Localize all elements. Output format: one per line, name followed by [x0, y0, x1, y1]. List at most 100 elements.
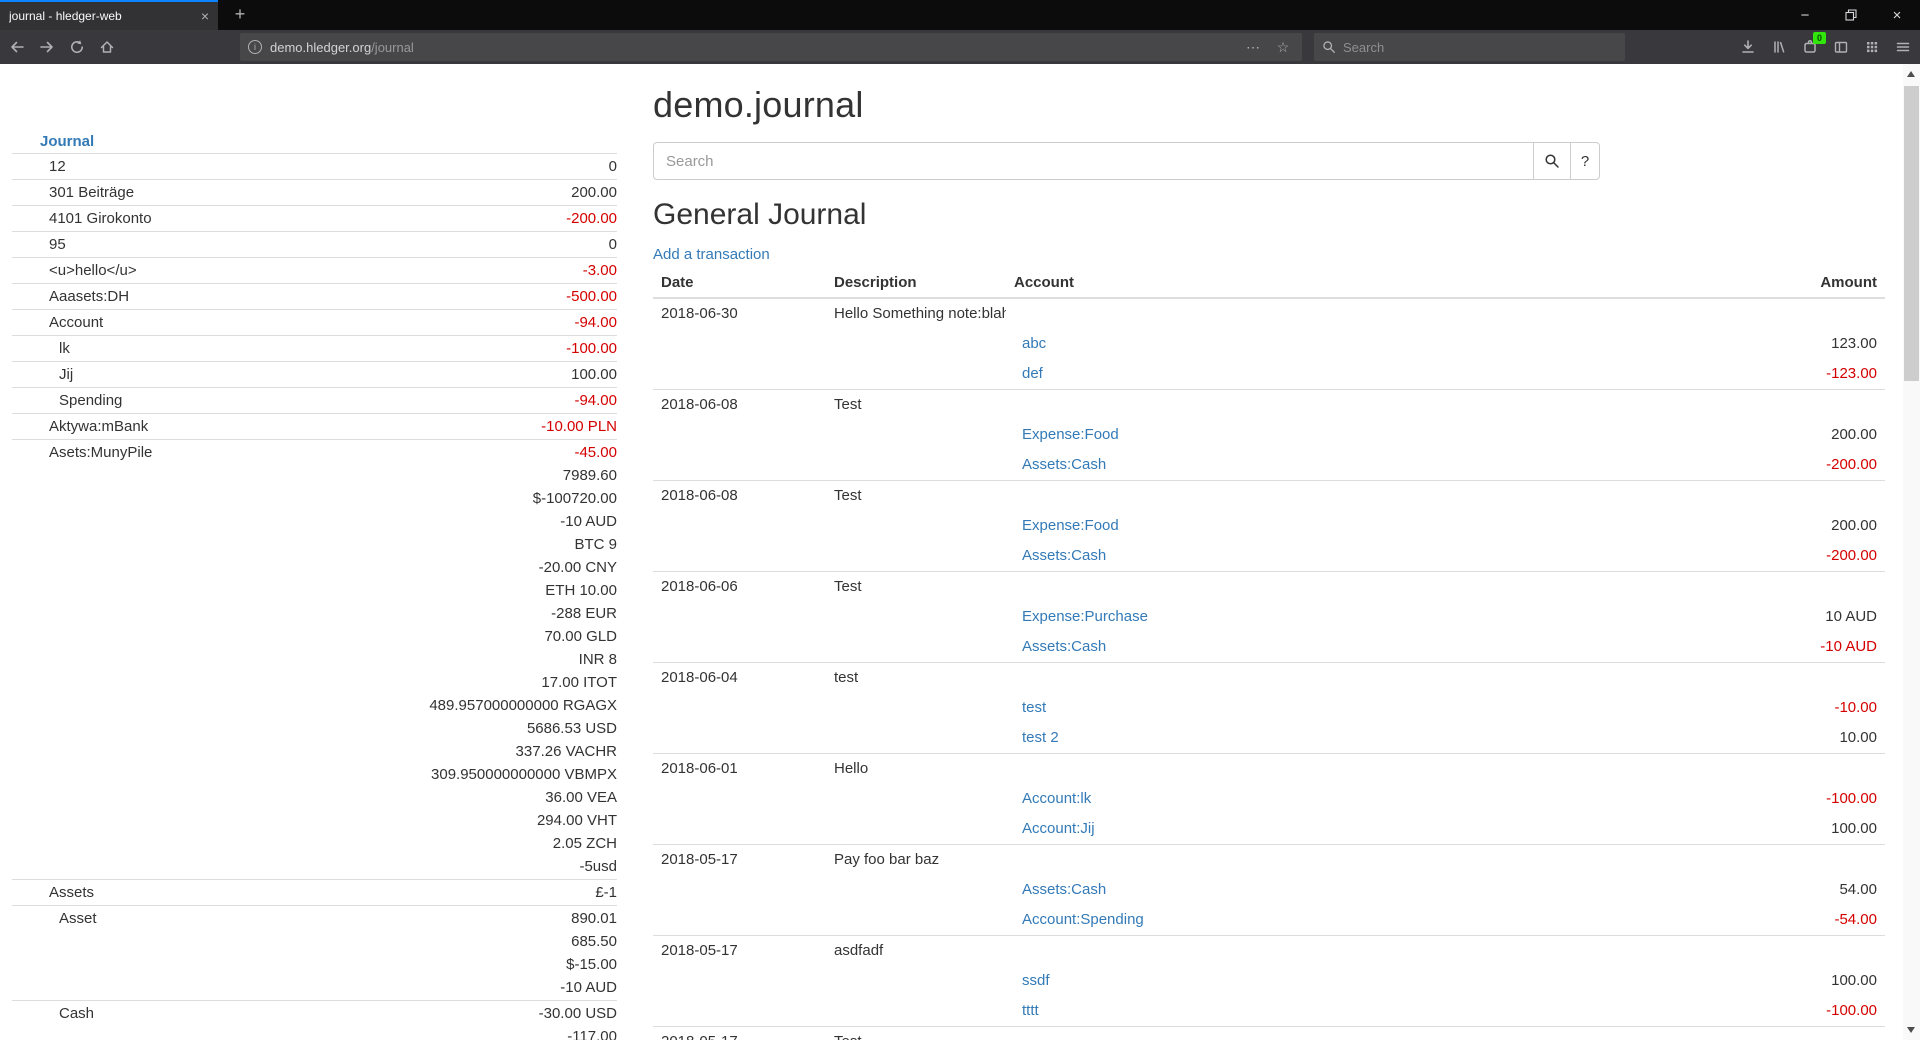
account-balance-amount: $-15.00	[271, 953, 617, 976]
posting-amount: -123.00	[1566, 359, 1885, 390]
sidebar-account-row: 4101 Girokonto -200.00	[12, 206, 617, 232]
scrollbar-down-arrow[interactable]	[1907, 1027, 1915, 1033]
reload-button[interactable]	[62, 32, 92, 62]
posting-account-link[interactable]: Account:lk	[1022, 790, 1091, 807]
window-controls: − ×	[1782, 0, 1920, 30]
transaction-description: Hello Something note:blah	[826, 298, 1006, 329]
page-actions-icon[interactable]: ⋯	[1242, 39, 1264, 56]
account-balance-amount: £-1	[271, 881, 617, 904]
column-header-date: Date	[653, 269, 826, 298]
posting-row: Account:Jij100.00	[653, 814, 1885, 845]
posting-account-link[interactable]: Expense:Food	[1022, 426, 1119, 443]
sidebar-account-link[interactable]: Cash	[59, 1005, 94, 1022]
posting-account-link[interactable]: tttt	[1022, 1002, 1039, 1019]
posting-row: test-10.00	[653, 693, 1885, 723]
sidebar-account-link[interactable]: 4101 Girokonto	[49, 210, 152, 227]
sidebar-account-link[interactable]: 301 Beiträge	[49, 184, 134, 201]
posting-account-link[interactable]: Assets:Cash	[1022, 881, 1106, 898]
browser-tab[interactable]: journal - hledger-web ×	[0, 0, 218, 30]
transaction-row[interactable]: 2018-06-08Test	[653, 481, 1885, 512]
home-button[interactable]	[92, 32, 122, 62]
sidebar-account-link[interactable]: Asets:MunyPile	[49, 444, 152, 461]
transaction-description: Test	[826, 481, 1006, 512]
account-balance-amount: 2.05 ZCH	[271, 832, 617, 855]
downloads-button[interactable]	[1733, 32, 1763, 62]
sidebar-journal-link[interactable]: Journal	[40, 133, 94, 150]
library-button[interactable]	[1764, 32, 1794, 62]
posting-account-link[interactable]: Account:Jij	[1022, 820, 1095, 837]
journal-search-button[interactable]	[1533, 142, 1571, 180]
sidebar-account-link[interactable]: Assets	[49, 884, 94, 901]
sidebar-account-link[interactable]: Asset	[59, 910, 97, 927]
account-balance-amount: BTC 9	[271, 533, 617, 556]
journal-header-row: Date Description Account Amount	[653, 269, 1885, 298]
sidebar-account-row: 950	[12, 232, 617, 258]
extension-button[interactable]: 0	[1795, 32, 1825, 62]
account-balance-amount: 0	[271, 155, 617, 178]
sidebar-toggle-button[interactable]	[1826, 32, 1856, 62]
transaction-description: Pay foo bar baz	[826, 845, 1006, 876]
posting-amount: -100.00	[1566, 996, 1885, 1027]
posting-account-link[interactable]: Expense:Purchase	[1022, 608, 1148, 625]
scrollbar-thumb[interactable]	[1904, 86, 1919, 381]
account-balance-amount: -200.00	[271, 207, 617, 230]
tab-close-icon[interactable]: ×	[201, 9, 209, 23]
sidebar-account-link[interactable]: lk	[59, 340, 70, 357]
transaction-row[interactable]: 2018-06-01Hello	[653, 754, 1885, 785]
account-balance-amount: 36.00 VEA	[271, 786, 617, 809]
transaction-row[interactable]: 2018-05-17asdfadf	[653, 936, 1885, 967]
back-button[interactable]	[2, 32, 32, 62]
posting-account-link[interactable]: Expense:Food	[1022, 517, 1119, 534]
add-transaction-link[interactable]: Add a transaction	[653, 246, 770, 263]
window-restore-button[interactable]	[1828, 0, 1874, 30]
window-minimize-button[interactable]: −	[1782, 0, 1828, 30]
posting-account-link[interactable]: def	[1022, 365, 1043, 382]
sidebar-account-link[interactable]: Spending	[59, 392, 122, 409]
url-bar[interactable]: i demo.hledger.org/journal ⋯ ☆	[240, 33, 1302, 61]
transaction-row[interactable]: 2018-05-17Pay foo bar baz	[653, 845, 1885, 876]
sidebar-account-link[interactable]: 12	[49, 158, 66, 175]
sidebar-account-link[interactable]: 95	[49, 236, 66, 253]
transaction-row[interactable]: 2018-05-17Test	[653, 1027, 1885, 1040]
sidebar-account-link[interactable]: <u>hello</u>	[49, 262, 137, 279]
posting-account-link[interactable]: abc	[1022, 335, 1046, 352]
posting-account-link[interactable]: test 2	[1022, 729, 1059, 746]
transaction-row[interactable]: 2018-06-06Test	[653, 572, 1885, 603]
apps-grid-button[interactable]	[1857, 32, 1887, 62]
browser-titlebar: journal - hledger-web × + − ×	[0, 0, 1920, 30]
search-help-button[interactable]: ?	[1570, 142, 1600, 180]
transaction-row[interactable]: 2018-06-30Hello Something note:blah	[653, 298, 1885, 329]
search-icon	[1544, 153, 1560, 169]
new-tab-button[interactable]: +	[224, 0, 256, 30]
account-balance-amount: -10 AUD	[271, 976, 617, 999]
sidebar-account-link[interactable]: Account	[49, 314, 103, 331]
posting-amount: 200.00	[1566, 511, 1885, 541]
sidebar-account-link[interactable]: Aktywa:mBank	[49, 418, 148, 435]
sidebar-account-link[interactable]: Jij	[59, 366, 73, 383]
site-info-icon[interactable]: i	[248, 40, 262, 54]
posting-account-link[interactable]: Assets:Cash	[1022, 547, 1106, 564]
posting-account-link[interactable]: Account:Spending	[1022, 911, 1144, 928]
tab-title: journal - hledger-web	[9, 9, 195, 23]
forward-button[interactable]	[32, 32, 62, 62]
journal-search-input[interactable]	[653, 142, 1534, 180]
posting-account-link[interactable]: ssdf	[1022, 972, 1050, 989]
url-text: demo.hledger.org/journal	[270, 40, 1234, 55]
transaction-row[interactable]: 2018-06-04test	[653, 663, 1885, 694]
transaction-description: Test	[826, 390, 1006, 421]
toolbar-right-icons: 0	[1733, 32, 1918, 62]
toolbar-search-field[interactable]: Search	[1314, 33, 1625, 61]
sidebar-account-link[interactable]: Aaasets:DH	[49, 288, 129, 305]
posting-account-link[interactable]: test	[1022, 699, 1046, 716]
posting-account-link[interactable]: Assets:Cash	[1022, 638, 1106, 655]
forward-arrow-icon	[39, 39, 55, 55]
scrollbar-up-arrow[interactable]	[1907, 71, 1915, 77]
main-panel: demo.journal ? General Journal Add a tra…	[653, 64, 1885, 1040]
menu-button[interactable]	[1888, 32, 1918, 62]
bookmark-star-icon[interactable]: ☆	[1272, 39, 1294, 56]
window-close-button[interactable]: ×	[1874, 0, 1920, 30]
transaction-row[interactable]: 2018-06-08Test	[653, 390, 1885, 421]
posting-account-link[interactable]: Assets:Cash	[1022, 456, 1106, 473]
sidebar-account-row: lk-100.00	[12, 336, 617, 362]
page-scrollbar[interactable]	[1903, 64, 1920, 1040]
